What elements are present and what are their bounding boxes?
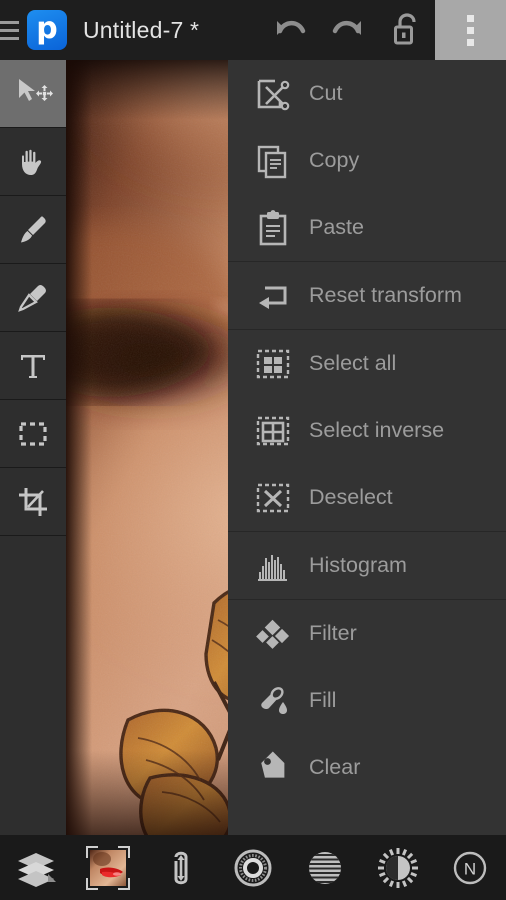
- marquee-select-icon: [19, 421, 47, 446]
- menu-item-reset-transform[interactable]: Reset transform: [228, 262, 506, 329]
- transform-handle-icon: [174, 851, 188, 884]
- app-logo-glyph: p: [36, 10, 58, 46]
- overflow-dot: [467, 38, 474, 46]
- menu-item-label: Select inverse: [309, 418, 445, 442]
- redo-button[interactable]: [319, 0, 377, 60]
- menu-item-fill[interactable]: Fill: [228, 667, 506, 734]
- menu-item-label: Histogram: [309, 553, 407, 577]
- concentric-circle-icon: [234, 849, 272, 886]
- selection-corner: [118, 845, 131, 858]
- eraser-icon: [18, 284, 46, 312]
- menu-item-label: Copy: [309, 148, 360, 172]
- bottom-item-vignette[interactable]: [217, 835, 289, 900]
- bottom-item-pattern[interactable]: [289, 835, 361, 900]
- menu-item-clear[interactable]: Clear: [228, 734, 506, 801]
- paint-bucket-icon: [250, 678, 296, 724]
- app-logo[interactable]: p: [27, 10, 67, 50]
- reset-arrow-icon: [250, 273, 296, 319]
- blend-mode-n-icon: N: [453, 851, 487, 884]
- sidebar-item-crop[interactable]: [0, 468, 66, 535]
- overflow-dot: [467, 26, 474, 34]
- lock-button[interactable]: [377, 0, 435, 60]
- menu-item-filter[interactable]: Filter: [228, 600, 506, 667]
- menu-item-label: Clear: [309, 755, 361, 779]
- selection-corner: [118, 877, 131, 890]
- overflow-dot: [467, 14, 474, 22]
- photo-editor-app: p Untitled-7 * Cut Copy Paste Reset tran…: [0, 0, 506, 900]
- select-inverse-icon: [250, 408, 296, 454]
- bottom-item-blend-mode[interactable]: N: [434, 835, 506, 900]
- sidebar-item-marquee[interactable]: [0, 400, 66, 467]
- deselect-x-icon: [250, 475, 296, 521]
- document-title: Untitled-7 *: [83, 16, 200, 43]
- bottom-item-layers[interactable]: [0, 835, 72, 900]
- overflow-menu-button[interactable]: [435, 0, 506, 60]
- histogram-icon: [250, 543, 296, 589]
- top-toolbar: p Untitled-7 *: [0, 0, 506, 60]
- menu-item-select-all[interactable]: Select all: [228, 330, 506, 397]
- sidebar-item-eraser[interactable]: [0, 264, 66, 331]
- cut-scissors-icon: [250, 71, 296, 117]
- menu-item-label: Cut: [309, 81, 343, 105]
- brightness-sun-icon: [377, 847, 418, 888]
- hamburger-icon[interactable]: [0, 0, 22, 60]
- menu-item-paste[interactable]: Paste: [228, 194, 506, 261]
- hand-icon: [22, 149, 42, 175]
- unlock-padlock-icon: [394, 13, 416, 45]
- cursor-move-icon: [19, 78, 53, 101]
- menu-item-label: Filter: [309, 621, 357, 645]
- sidebar-item-move[interactable]: [0, 60, 66, 127]
- crop-icon: [19, 487, 47, 516]
- tool-divider: [0, 535, 66, 536]
- tools-sidebar: [0, 60, 66, 835]
- redo-icon: [332, 20, 361, 35]
- striped-sphere-icon: [309, 851, 342, 884]
- paste-clipboard-icon: [250, 205, 296, 251]
- menu-item-label: Select all: [309, 351, 397, 375]
- menu-item-label: Reset transform: [309, 283, 462, 307]
- blend-mode-letter: N: [464, 859, 476, 878]
- selection-corner: [86, 845, 99, 858]
- tag-eraser-icon: [250, 745, 296, 791]
- sidebar-item-text[interactable]: [0, 332, 66, 399]
- bottom-item-layer-thumb[interactable]: [72, 835, 144, 900]
- copy-documents-icon: [250, 138, 296, 184]
- undo-button[interactable]: [261, 0, 319, 60]
- menu-item-label: Fill: [309, 688, 337, 712]
- context-menu: Cut Copy Paste Reset transform Select al…: [228, 60, 506, 835]
- menu-item-copy[interactable]: Copy: [228, 127, 506, 194]
- menu-item-histogram[interactable]: Histogram: [228, 532, 506, 599]
- bottom-item-brightness[interactable]: [361, 835, 433, 900]
- text-t-icon: [21, 354, 45, 378]
- bottom-item-transform[interactable]: [145, 835, 217, 900]
- bottom-toolbar: N: [0, 835, 506, 900]
- select-all-icon: [250, 341, 296, 387]
- undo-icon: [277, 20, 306, 35]
- menu-item-select-inverse[interactable]: Select inverse: [228, 397, 506, 464]
- filter-diamonds-icon: [250, 611, 296, 657]
- layer-thumbnail-icon: [86, 845, 131, 890]
- menu-item-label: Paste: [309, 215, 364, 239]
- sidebar-item-hand[interactable]: [0, 128, 66, 195]
- layers-stack-icon: [18, 852, 57, 887]
- paintbrush-icon: [21, 215, 46, 242]
- menu-item-deselect[interactable]: Deselect: [228, 464, 506, 531]
- sidebar-item-brush[interactable]: [0, 196, 66, 263]
- menu-item-cut[interactable]: Cut: [228, 60, 506, 127]
- selection-corner: [86, 877, 99, 890]
- menu-item-label: Deselect: [309, 485, 393, 509]
